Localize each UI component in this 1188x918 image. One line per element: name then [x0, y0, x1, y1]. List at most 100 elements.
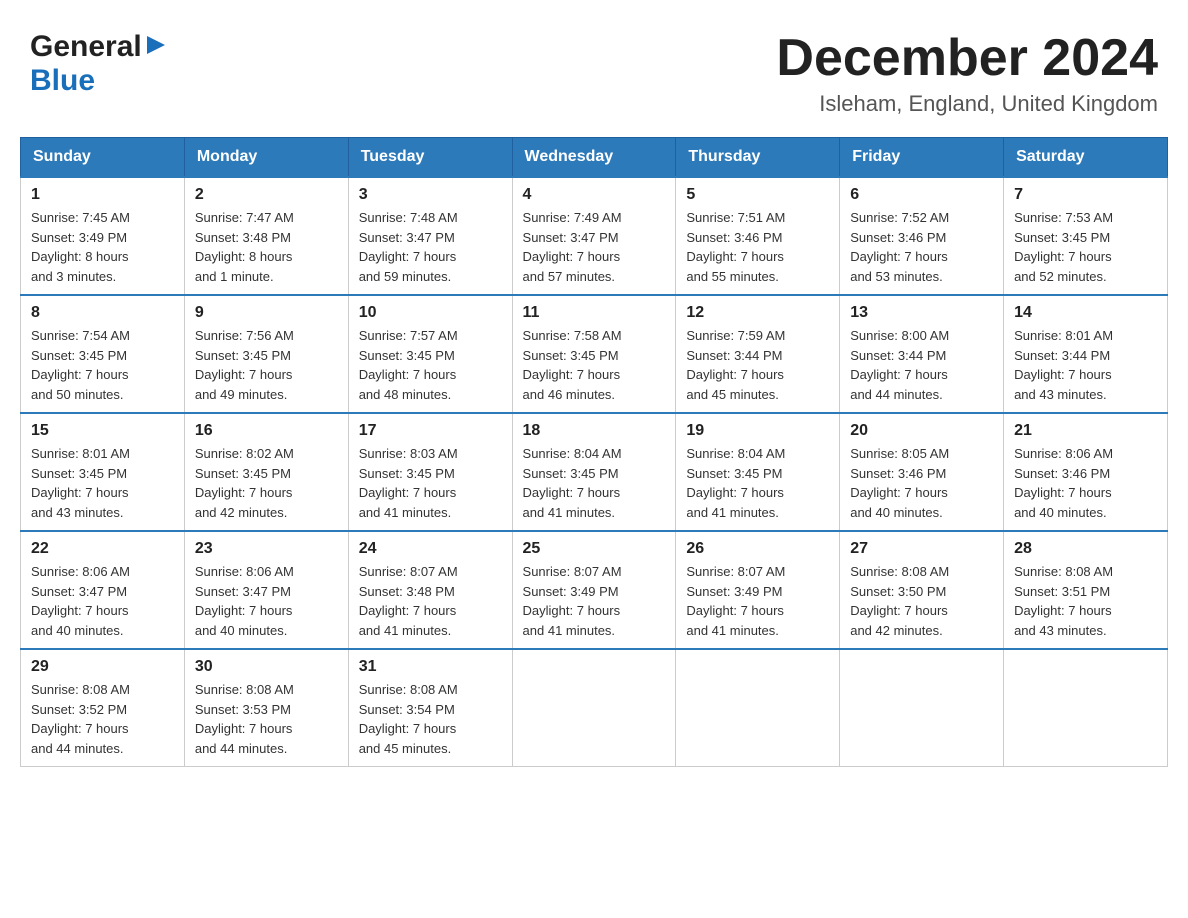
- day-info: Sunrise: 8:08 AMSunset: 3:54 PMDaylight:…: [359, 680, 502, 758]
- day-info: Sunrise: 8:03 AMSunset: 3:45 PMDaylight:…: [359, 444, 502, 522]
- day-info: Sunrise: 8:08 AMSunset: 3:51 PMDaylight:…: [1014, 562, 1157, 640]
- col-saturday: Saturday: [1004, 138, 1168, 178]
- calendar-cell: 6 Sunrise: 7:52 AMSunset: 3:46 PMDayligh…: [840, 177, 1004, 295]
- day-number: 12: [686, 304, 829, 322]
- calendar-cell: 15 Sunrise: 8:01 AMSunset: 3:45 PMDaylig…: [21, 413, 185, 531]
- calendar-cell: 14 Sunrise: 8:01 AMSunset: 3:44 PMDaylig…: [1004, 295, 1168, 413]
- calendar-cell: 17 Sunrise: 8:03 AMSunset: 3:45 PMDaylig…: [348, 413, 512, 531]
- calendar-table: Sunday Monday Tuesday Wednesday Thursday…: [20, 137, 1168, 767]
- calendar-cell: 30 Sunrise: 8:08 AMSunset: 3:53 PMDaylig…: [184, 649, 348, 767]
- day-number: 31: [359, 658, 502, 676]
- col-thursday: Thursday: [676, 138, 840, 178]
- day-info: Sunrise: 8:08 AMSunset: 3:52 PMDaylight:…: [31, 680, 174, 758]
- day-number: 10: [359, 304, 502, 322]
- calendar-cell: 3 Sunrise: 7:48 AMSunset: 3:47 PMDayligh…: [348, 177, 512, 295]
- day-number: 18: [523, 422, 666, 440]
- calendar-cell: 24 Sunrise: 8:07 AMSunset: 3:48 PMDaylig…: [348, 531, 512, 649]
- day-info: Sunrise: 8:05 AMSunset: 3:46 PMDaylight:…: [850, 444, 993, 522]
- day-number: 20: [850, 422, 993, 440]
- day-number: 11: [523, 304, 666, 322]
- day-number: 21: [1014, 422, 1157, 440]
- calendar-cell: 9 Sunrise: 7:56 AMSunset: 3:45 PMDayligh…: [184, 295, 348, 413]
- day-info: Sunrise: 7:45 AMSunset: 3:49 PMDaylight:…: [31, 208, 174, 286]
- day-number: 27: [850, 540, 993, 558]
- day-number: 19: [686, 422, 829, 440]
- day-info: Sunrise: 8:07 AMSunset: 3:49 PMDaylight:…: [523, 562, 666, 640]
- calendar-cell: 5 Sunrise: 7:51 AMSunset: 3:46 PMDayligh…: [676, 177, 840, 295]
- day-number: 3: [359, 186, 502, 204]
- calendar-cell: [676, 649, 840, 767]
- day-number: 4: [523, 186, 666, 204]
- calendar-cell: 23 Sunrise: 8:06 AMSunset: 3:47 PMDaylig…: [184, 531, 348, 649]
- day-number: 9: [195, 304, 338, 322]
- day-number: 23: [195, 540, 338, 558]
- title-block: December 2024 Isleham, England, United K…: [776, 30, 1158, 117]
- calendar-cell: 19 Sunrise: 8:04 AMSunset: 3:45 PMDaylig…: [676, 413, 840, 531]
- calendar-week-row: 15 Sunrise: 8:01 AMSunset: 3:45 PMDaylig…: [21, 413, 1168, 531]
- day-number: 2: [195, 186, 338, 204]
- calendar-cell: 27 Sunrise: 8:08 AMSunset: 3:50 PMDaylig…: [840, 531, 1004, 649]
- day-number: 5: [686, 186, 829, 204]
- col-sunday: Sunday: [21, 138, 185, 178]
- day-number: 7: [1014, 186, 1157, 204]
- day-number: 16: [195, 422, 338, 440]
- day-info: Sunrise: 7:56 AMSunset: 3:45 PMDaylight:…: [195, 326, 338, 404]
- calendar-header-row: Sunday Monday Tuesday Wednesday Thursday…: [21, 138, 1168, 178]
- day-info: Sunrise: 8:07 AMSunset: 3:49 PMDaylight:…: [686, 562, 829, 640]
- location-subtitle: Isleham, England, United Kingdom: [776, 91, 1158, 117]
- col-monday: Monday: [184, 138, 348, 178]
- day-number: 25: [523, 540, 666, 558]
- day-info: Sunrise: 7:57 AMSunset: 3:45 PMDaylight:…: [359, 326, 502, 404]
- day-number: 1: [31, 186, 174, 204]
- logo-arrow-icon: [145, 34, 167, 61]
- logo-blue-text: Blue: [30, 64, 95, 98]
- day-info: Sunrise: 7:53 AMSunset: 3:45 PMDaylight:…: [1014, 208, 1157, 286]
- day-info: Sunrise: 8:06 AMSunset: 3:47 PMDaylight:…: [31, 562, 174, 640]
- day-info: Sunrise: 7:47 AMSunset: 3:48 PMDaylight:…: [195, 208, 338, 286]
- day-number: 29: [31, 658, 174, 676]
- calendar-cell: 16 Sunrise: 8:02 AMSunset: 3:45 PMDaylig…: [184, 413, 348, 531]
- logo-general-text: General: [30, 30, 142, 64]
- day-number: 24: [359, 540, 502, 558]
- calendar-cell: [512, 649, 676, 767]
- day-number: 15: [31, 422, 174, 440]
- day-number: 14: [1014, 304, 1157, 322]
- day-info: Sunrise: 7:48 AMSunset: 3:47 PMDaylight:…: [359, 208, 502, 286]
- day-info: Sunrise: 7:49 AMSunset: 3:47 PMDaylight:…: [523, 208, 666, 286]
- day-info: Sunrise: 8:04 AMSunset: 3:45 PMDaylight:…: [686, 444, 829, 522]
- calendar-cell: 12 Sunrise: 7:59 AMSunset: 3:44 PMDaylig…: [676, 295, 840, 413]
- day-info: Sunrise: 8:01 AMSunset: 3:45 PMDaylight:…: [31, 444, 174, 522]
- calendar-cell: 8 Sunrise: 7:54 AMSunset: 3:45 PMDayligh…: [21, 295, 185, 413]
- calendar-cell: 29 Sunrise: 8:08 AMSunset: 3:52 PMDaylig…: [21, 649, 185, 767]
- calendar-week-row: 22 Sunrise: 8:06 AMSunset: 3:47 PMDaylig…: [21, 531, 1168, 649]
- day-info: Sunrise: 7:58 AMSunset: 3:45 PMDaylight:…: [523, 326, 666, 404]
- calendar-cell: [840, 649, 1004, 767]
- calendar-cell: 1 Sunrise: 7:45 AMSunset: 3:49 PMDayligh…: [21, 177, 185, 295]
- calendar-cell: 31 Sunrise: 8:08 AMSunset: 3:54 PMDaylig…: [348, 649, 512, 767]
- day-info: Sunrise: 7:54 AMSunset: 3:45 PMDaylight:…: [31, 326, 174, 404]
- calendar-cell: 21 Sunrise: 8:06 AMSunset: 3:46 PMDaylig…: [1004, 413, 1168, 531]
- month-year-title: December 2024: [776, 30, 1158, 87]
- calendar-cell: 7 Sunrise: 7:53 AMSunset: 3:45 PMDayligh…: [1004, 177, 1168, 295]
- day-info: Sunrise: 8:07 AMSunset: 3:48 PMDaylight:…: [359, 562, 502, 640]
- calendar-cell: 13 Sunrise: 8:00 AMSunset: 3:44 PMDaylig…: [840, 295, 1004, 413]
- day-info: Sunrise: 7:59 AMSunset: 3:44 PMDaylight:…: [686, 326, 829, 404]
- calendar-cell: 28 Sunrise: 8:08 AMSunset: 3:51 PMDaylig…: [1004, 531, 1168, 649]
- day-info: Sunrise: 8:01 AMSunset: 3:44 PMDaylight:…: [1014, 326, 1157, 404]
- calendar-cell: 10 Sunrise: 7:57 AMSunset: 3:45 PMDaylig…: [348, 295, 512, 413]
- calendar-cell: 20 Sunrise: 8:05 AMSunset: 3:46 PMDaylig…: [840, 413, 1004, 531]
- calendar-cell: 11 Sunrise: 7:58 AMSunset: 3:45 PMDaylig…: [512, 295, 676, 413]
- calendar-cell: 2 Sunrise: 7:47 AMSunset: 3:48 PMDayligh…: [184, 177, 348, 295]
- calendar-cell: 22 Sunrise: 8:06 AMSunset: 3:47 PMDaylig…: [21, 531, 185, 649]
- day-number: 8: [31, 304, 174, 322]
- day-info: Sunrise: 7:52 AMSunset: 3:46 PMDaylight:…: [850, 208, 993, 286]
- calendar-cell: 25 Sunrise: 8:07 AMSunset: 3:49 PMDaylig…: [512, 531, 676, 649]
- calendar-cell: 26 Sunrise: 8:07 AMSunset: 3:49 PMDaylig…: [676, 531, 840, 649]
- day-number: 28: [1014, 540, 1157, 558]
- day-number: 22: [31, 540, 174, 558]
- calendar-cell: 4 Sunrise: 7:49 AMSunset: 3:47 PMDayligh…: [512, 177, 676, 295]
- page-header: General Blue December 2024 Isleham, Engl…: [20, 20, 1168, 117]
- day-info: Sunrise: 8:06 AMSunset: 3:46 PMDaylight:…: [1014, 444, 1157, 522]
- logo: General Blue: [30, 30, 167, 98]
- day-info: Sunrise: 7:51 AMSunset: 3:46 PMDaylight:…: [686, 208, 829, 286]
